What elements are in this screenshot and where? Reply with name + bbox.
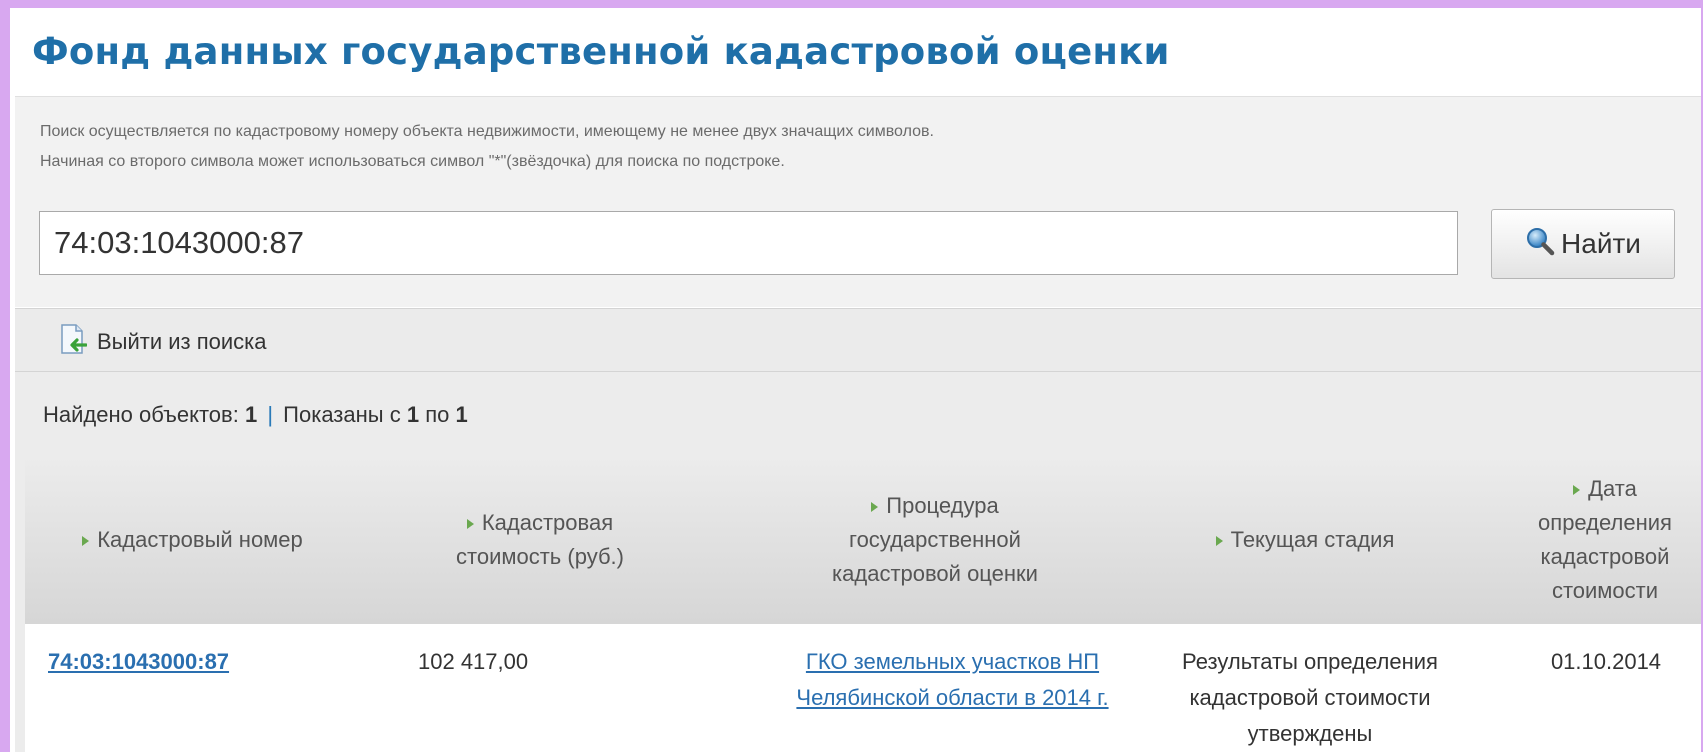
cadastral-search-input[interactable] xyxy=(39,211,1458,275)
cell-procedure: ГКО земельных участков НП Челябинской об… xyxy=(780,644,1125,716)
found-label: Найдено объектов: xyxy=(43,402,239,427)
find-button[interactable]: Найти xyxy=(1491,209,1675,279)
summary-separator: | xyxy=(267,402,274,427)
exit-search-label: Выйти из поиска xyxy=(97,329,267,354)
page-title: Фонд данных государственной кадастровой … xyxy=(32,30,1170,73)
cell-cadastral-number: 74:03:1043000:87 xyxy=(48,644,229,680)
column-header-cadastral-number[interactable]: Кадастровый номер xyxy=(25,456,360,624)
results-area: Найдено объектов: 1 | Показаны с 1 по 1 … xyxy=(15,372,1701,752)
column-header-valuation-date[interactable]: Дата определения кадастровой стоимости xyxy=(1520,456,1690,624)
page-frame: Фонд данных государственной кадастровой … xyxy=(10,8,1701,752)
results-summary: Найдено объектов: 1 | Показаны с 1 по 1 xyxy=(43,402,468,428)
cell-valuation-date: 01.10.2014 xyxy=(1550,649,1662,674)
shown-label: Показаны с xyxy=(283,402,401,427)
results-table-header: Кадастровый номер Кадастровая стоимость … xyxy=(25,456,1701,624)
column-header-procedure[interactable]: Процедура государственной кадастровой оц… xyxy=(785,456,1085,624)
search-hint-line-2: Начиная со второго символа может использ… xyxy=(40,153,785,170)
magnifier-icon xyxy=(1525,226,1555,263)
sort-arrow-icon xyxy=(82,536,90,547)
exit-bar: Выйти из поиска xyxy=(15,308,1701,372)
exit-search-link[interactable]: Выйти из поиска xyxy=(59,323,267,361)
procedure-link[interactable]: ГКО земельных участков НП Челябинской об… xyxy=(796,649,1108,710)
find-button-label: Найти xyxy=(1561,228,1641,259)
sort-arrow-icon xyxy=(871,502,879,513)
search-hint-line-1: Поиск осуществляется по кадастровому ном… xyxy=(40,123,934,140)
column-header-current-stage[interactable]: Текущая стадия xyxy=(1155,456,1455,624)
cell-cadastral-value: 102 417,00 xyxy=(418,649,529,674)
sort-arrow-icon xyxy=(1573,485,1581,496)
column-header-cadastral-value[interactable]: Кадастровая стоимость (руб.) xyxy=(405,456,675,624)
table-row: 74:03:1043000:87 102 417,00 ГКО земельны… xyxy=(25,624,1701,752)
sort-arrow-icon xyxy=(1215,536,1223,547)
shown-from: 1 xyxy=(406,402,420,427)
exit-document-icon xyxy=(59,323,88,361)
found-count: 1 xyxy=(244,402,258,427)
shown-to-label: по xyxy=(425,402,450,427)
cadastral-number-link[interactable]: 74:03:1043000:87 xyxy=(48,649,229,674)
cell-current-stage: Результаты определения кадастровой стоим… xyxy=(1182,649,1438,746)
sort-arrow-icon xyxy=(466,519,474,530)
search-panel: Поиск осуществляется по кадастровому ном… xyxy=(15,96,1701,307)
shown-to: 1 xyxy=(455,402,468,427)
